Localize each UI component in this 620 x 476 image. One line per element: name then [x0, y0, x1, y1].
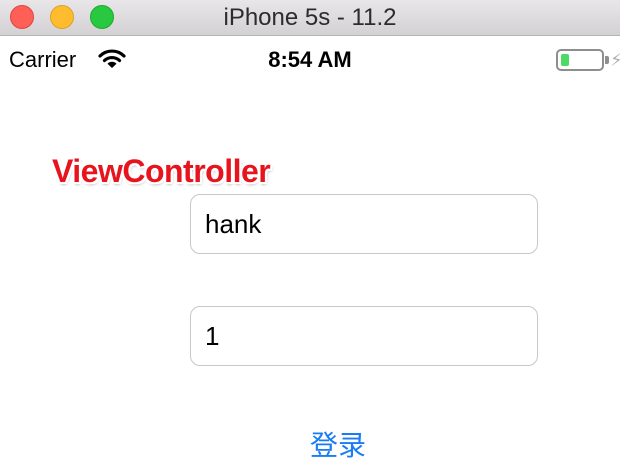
password-field[interactable] [190, 306, 538, 366]
simulator-window: iPhone 5s - 11.2 Carrier 8:54 AM ⚡ ViewC… [0, 0, 620, 476]
charging-bolt-icon: ⚡ [610, 50, 620, 70]
view-controller-label: ViewController [52, 153, 271, 189]
battery-cap [605, 56, 609, 64]
battery-icon [556, 49, 604, 71]
login-button[interactable]: 登录 [298, 422, 378, 466]
username-field[interactable] [190, 194, 538, 254]
battery-level [561, 54, 569, 66]
window-title: iPhone 5s - 11.2 [223, 4, 397, 31]
window-titlebar: iPhone 5s - 11.2 [0, 0, 620, 36]
status-time: 8:54 AM [268, 47, 352, 72]
ios-status-bar: Carrier 8:54 AM ⚡ [0, 37, 620, 81]
